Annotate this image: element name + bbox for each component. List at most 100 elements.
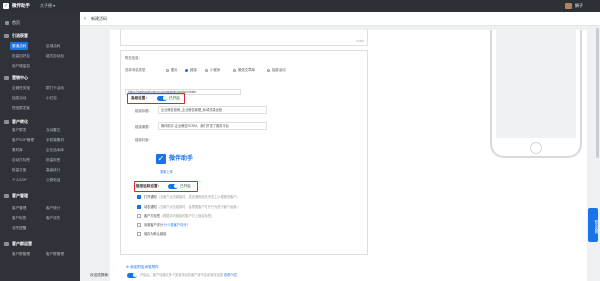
people-icon [4, 34, 9, 38]
open-notify-checkbox[interactable] [137, 195, 141, 199]
link-desc-input[interactable]: 微伴助手-企业微信SCRM，我们开发了服务平台 [158, 122, 267, 130]
sidebar-item-phone[interactable]: 公费电话 [46, 176, 60, 184]
sidebar-section-customer[interactable]: 客户管理 [0, 192, 80, 200]
sidebar-item-script[interactable]: 企业话术库 [46, 146, 64, 154]
radio-article[interactable] [233, 68, 236, 72]
sidebar-item-customer-stats[interactable]: 客户统计 [46, 204, 60, 212]
type-label: 选择消息类型 [125, 68, 146, 72]
sidebar-item-stats[interactable]: 高级统计 [46, 166, 60, 174]
section-title: 客户管理 [12, 193, 28, 198]
app-name: 微伴助手 [12, 3, 30, 8]
sidebar-item-home[interactable]: 首页 [0, 19, 80, 27]
tracking-toggle[interactable] [168, 183, 178, 189]
app-logo-icon: ✓ [3, 3, 9, 9]
sidebar-section-group[interactable]: 客户群运营 [0, 240, 80, 248]
add-attachment-link[interactable]: ⊕ 添加附加消息附件 [126, 265, 159, 269]
sidebar: 首页 引流获客 渠道活码 区域活码 批量加好友 链式自动加 用户增量加 营销中心… [0, 12, 80, 281]
radio-label: 微信文章库 [238, 68, 255, 72]
cover-brand: 微伴助手 [169, 156, 194, 162]
char-count: 0/400 [356, 39, 364, 43]
user-name[interactable]: 狮子 [575, 3, 583, 9]
sidebar-item-lottery[interactable]: 抽奖活动 [12, 94, 26, 102]
sidebar-item-checkin[interactable]: 群打卡活动 [46, 84, 64, 92]
check-label: 动态通知（当客户点击链接时，会根据客户打开行为进行客户画像） [144, 205, 240, 209]
sidebar-item-batch-tag[interactable]: 批量标签 [46, 156, 60, 164]
sidebar-item-personal-sop[interactable]: 个人SOP [12, 176, 27, 184]
intro-link[interactable]: 查看介绍 [224, 273, 237, 277]
sidebar-item-batch-copy[interactable]: 批量文案 [12, 166, 26, 174]
radio-label: 小程序 [210, 68, 221, 72]
form-content: 0/400 附加信息： 选择消息类型 图片 链接 小程序 微信文章库 抽奖活动 … [90, 30, 587, 281]
toggle-state: 已开启 [180, 184, 191, 188]
radio-label: 链接 [190, 68, 197, 72]
sidebar-item-task[interactable]: 企微任务宝 [12, 84, 30, 92]
section-title: 引流获客 [12, 33, 28, 38]
sidebar-item-customer-lost[interactable]: 客户流失 [46, 214, 60, 222]
sidebar-item-customer-manage[interactable]: 客户管理 [12, 204, 26, 212]
toggle-state: 已开启 [169, 96, 180, 100]
sidebar-section-convert[interactable]: 客户转化 [0, 118, 80, 126]
check-label: 设置客户评分 什么是客户评分? [144, 223, 189, 227]
sidebar-item-radar[interactable]: 互动雷达 [46, 126, 60, 134]
tag-customer-checkbox[interactable] [137, 214, 141, 218]
radio-label: 抽奖活动 [272, 68, 286, 72]
welcome-desc: 开启后，客户将通过多个渠道添加的客户将不会收到欢迎语 查看介绍 [140, 273, 237, 277]
home-icon [5, 21, 9, 25]
sidebar-item-lost-alert[interactable]: 流失提醒 [12, 224, 26, 232]
scrollbar[interactable] [596, 28, 599, 158]
home-button-icon [530, 142, 542, 154]
sidebar-item-sop[interactable]: 客户SOP管理 [12, 136, 34, 144]
dynamic-notify-checkbox[interactable] [137, 205, 141, 209]
sidebar-section-marketing[interactable]: 营销中心 [0, 74, 80, 82]
welcome-textarea[interactable]: 0/400 [120, 30, 368, 46]
sidebar-item-auto-tag[interactable]: 自动打标签 [12, 156, 30, 164]
sidebar-item-label: 首页 [12, 20, 20, 25]
page-header: ‹ 新建活码 [80, 12, 600, 26]
group-icon [4, 242, 9, 246]
welcome-toggle[interactable] [127, 272, 137, 278]
customer-score-checkbox[interactable] [137, 223, 141, 227]
score-help-link[interactable]: 什么是客户评分? [164, 223, 188, 227]
sidebar-item-sms[interactable]: 短信群发客 [12, 104, 30, 112]
sidebar-item-redpacket[interactable]: 小红包 [46, 94, 57, 102]
link-desc-label: 链接摘要： [135, 125, 152, 129]
radio-lottery[interactable] [267, 68, 270, 72]
user-icon [4, 194, 9, 198]
contact-support-button[interactable]: 联系客服 [588, 208, 598, 242]
save-default-checkbox[interactable] [137, 232, 141, 236]
megaphone-icon [4, 76, 9, 80]
radio-link[interactable] [185, 68, 188, 72]
sidebar-item-batch-add[interactable]: 批量加好友 [12, 52, 30, 60]
radio-miniapp[interactable] [205, 68, 208, 72]
check-label: 打开通知（当客户点击链接时，发送通知给负责员工以便跟进客户） [144, 195, 240, 199]
sidebar-item-material[interactable]: 素材库 [12, 146, 23, 154]
sidebar-section-acquire[interactable]: 引流获客 [0, 32, 80, 40]
radio-image[interactable] [166, 68, 169, 72]
toggle-label: 高级设置： [131, 96, 149, 100]
link-title-label: 链接标题： [135, 109, 152, 113]
back-arrow-icon[interactable]: ‹ [84, 15, 86, 23]
sidebar-item-group-manage-2[interactable]: 客户群管理 [46, 250, 64, 258]
sidebar-item-user-add[interactable]: 用户增量加 [12, 62, 30, 70]
sidebar-item-customer-tag[interactable]: 客户标签 [12, 214, 26, 222]
sidebar-item-chain-add[interactable]: 链式自动加 [46, 52, 64, 60]
sidebar-item-broadcast[interactable]: 客户群发 [12, 126, 26, 134]
sidebar-item-channel-qr[interactable]: 渠道活码 [10, 42, 29, 50]
section-title: 客户转化 [12, 119, 28, 124]
toggle-label: 链接追踪设置： [136, 184, 162, 188]
section-title: 营销中心 [12, 75, 28, 80]
convert-icon [4, 120, 9, 124]
check-label: 客户打标签（根据访问链接的客户打上指定标签） [144, 214, 215, 218]
phone-screen [496, 30, 576, 138]
sidebar-item-mobile-material[interactable]: 手机端素材 [46, 136, 64, 144]
section-title: 客户群运营 [12, 241, 32, 246]
account-switcher[interactable]: 大子德 ▾ [40, 3, 55, 9]
link-title-input[interactable]: 企业微信营销_企业微信管理_私域流量运营 [158, 106, 267, 114]
sidebar-item-area-qr[interactable]: 区域活码 [46, 42, 60, 50]
avatar[interactable] [565, 3, 572, 9]
reupload-link[interactable]: 重新上传 [160, 170, 173, 174]
radio-label: 图片 [171, 68, 178, 72]
page-title: 新建活码 [91, 16, 107, 21]
sidebar-item-group-manage[interactable]: 客户群管理 [12, 250, 30, 258]
advanced-toggle[interactable] [157, 95, 167, 101]
